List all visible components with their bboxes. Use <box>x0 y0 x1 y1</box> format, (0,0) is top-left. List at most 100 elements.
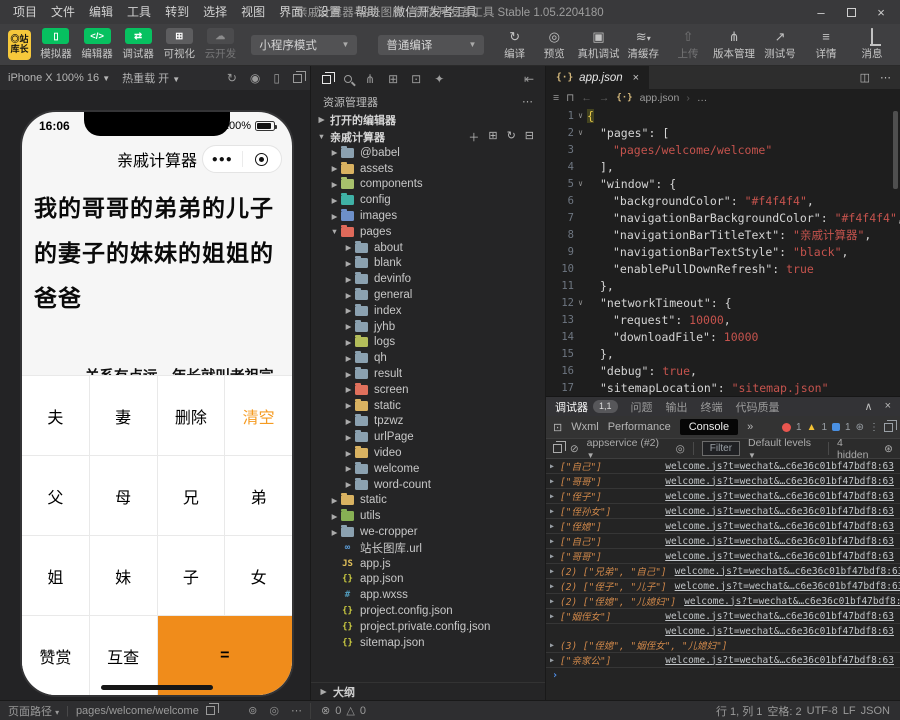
console-sidebar-icon[interactable] <box>553 444 562 453</box>
search-icon[interactable] <box>344 75 352 83</box>
outline-section[interactable]: ▶ 大纲 <box>311 682 545 700</box>
tree-item[interactable]: ▶utils <box>311 508 545 524</box>
tab-problems[interactable]: 问题 <box>631 399 653 415</box>
key-子[interactable]: 子 <box>158 536 225 615</box>
tree-item[interactable]: ∞站长图库.url <box>311 540 545 556</box>
key-兄[interactable]: 兄 <box>158 456 225 535</box>
fold-icon[interactable]: ∨ <box>574 298 587 307</box>
key-母[interactable]: 母 <box>90 456 157 535</box>
source-link[interactable]: welcome.js?t=wechat&…c6e36c01bf47bdf8:63 <box>667 581 900 592</box>
test-account-button[interactable]: ↗ 测试号 <box>760 29 800 61</box>
compile-mode-dropdown[interactable]: 普通编译 ▼ <box>378 35 484 55</box>
code-line[interactable]: 7"navigationBarBackgroundColor": "#f4f4f… <box>546 209 900 226</box>
encoding-setting[interactable]: UTF-8 <box>807 705 838 717</box>
tab-debugger[interactable]: 调试器 <box>555 399 588 415</box>
code-line[interactable]: 11}, <box>546 277 900 294</box>
undock-icon[interactable] <box>884 423 893 432</box>
compile-button[interactable]: ↻ 编译 <box>499 29 530 61</box>
console-log-row[interactable]: ▶["自己"]welcome.js?t=wechat&…c6e36c01bf47… <box>546 459 900 474</box>
remote-debug-button[interactable]: ▣ 真机调试 <box>579 29 619 61</box>
console-log-row[interactable]: ▶["哥哥"]welcome.js?t=wechat&…c6e36c01bf47… <box>546 549 900 564</box>
key-赞赏[interactable]: 赞赏 <box>22 616 89 695</box>
menu-item[interactable]: 视图 <box>234 0 272 24</box>
devtools-tab-performance[interactable]: Performance <box>608 421 671 433</box>
key-弟[interactable]: 弟 <box>225 456 292 535</box>
rotate-device-icon[interactable]: ▯ <box>273 71 280 85</box>
new-folder-icon[interactable]: ⊞ <box>488 129 497 145</box>
code-line[interactable]: 8"navigationBarTitleText": "亲戚计算器", <box>546 226 900 243</box>
expand-arrow-icon[interactable]: ▶ <box>550 612 560 620</box>
console-log-row[interactable]: welcome.js?t=wechat&…c6e36c01bf47bdf8:63… <box>546 624 900 653</box>
project-root-section[interactable]: ▼ 亲戚计算器 ＋ ⊞ ↻ ⊟ <box>311 128 545 145</box>
expand-arrow-icon[interactable]: ▶ <box>550 641 560 649</box>
expand-arrow-icon[interactable]: ▶ <box>550 567 560 575</box>
more-dots-icon[interactable]: ●●● <box>203 154 242 165</box>
version-control-button[interactable]: ⋔ 版本管理 <box>714 29 754 61</box>
bookmark-icon[interactable]: ⊓ <box>566 92 574 104</box>
more-tabs-icon[interactable]: » <box>747 421 753 433</box>
key-女[interactable]: 女 <box>225 536 292 615</box>
source-link[interactable]: welcome.js?t=wechat&…c6e36c01bf47bdf8:63 <box>657 521 894 532</box>
refresh-explorer-icon[interactable]: ↻ <box>507 129 516 145</box>
zztuku-logo[interactable]: ◎站 库长 <box>8 30 31 60</box>
expand-arrow-icon[interactable]: ▶ <box>550 522 560 530</box>
tree-item[interactable]: ▶assets <box>311 161 545 177</box>
code-line[interactable]: 10"enablePullDownRefresh": true <box>546 260 900 277</box>
more-actions-icon[interactable]: ⋯ <box>522 95 533 108</box>
tree-item[interactable]: ▶blank <box>311 256 545 272</box>
tab-output[interactable]: 输出 <box>666 399 688 415</box>
new-file-icon[interactable]: ＋ <box>468 129 479 145</box>
mode-dropdown[interactable]: 小程序模式 ▼ <box>251 35 357 55</box>
exit-circle-icon[interactable] <box>243 153 282 166</box>
source-control-icon[interactable]: ⋔ <box>365 72 375 86</box>
fold-icon[interactable]: ∨ <box>574 111 587 120</box>
devtools-menu-icon[interactable]: ⋮ <box>869 422 879 433</box>
preview-button[interactable]: ◎ 预览 <box>539 29 570 61</box>
visualization-button[interactable]: ⊞ 可视化 <box>163 28 195 61</box>
key-父[interactable]: 父 <box>22 456 89 535</box>
expand-arrow-icon[interactable]: ▶ <box>550 477 560 485</box>
tree-item[interactable]: ▶logs <box>311 335 545 351</box>
tree-item[interactable]: ▶qh <box>311 350 545 366</box>
source-link[interactable]: welcome.js?t=wechat&…c6e36c01bf47bdf8:63 <box>657 506 894 517</box>
console-settings-icon[interactable]: ⊛ <box>884 443 893 455</box>
tree-item[interactable]: ▶@babel <box>311 145 545 161</box>
tree-item[interactable]: ▶screen <box>311 382 545 398</box>
close-panel-icon[interactable]: × <box>885 400 891 413</box>
current-page-path[interactable]: pages/welcome/welcome <box>76 705 199 717</box>
code-line[interactable]: 16"debug": true, <box>546 362 900 379</box>
tree-item[interactable]: {}project.private.config.json <box>311 619 545 635</box>
hot-reload-toggle[interactable]: 热重载 开 ▼ <box>122 70 180 86</box>
key-清空[interactable]: 清空 <box>225 376 292 455</box>
warnings-icon[interactable]: △ <box>346 704 354 717</box>
simulator-toggle-button[interactable]: ▯ 模拟器 <box>40 28 72 61</box>
console-log-row[interactable]: ▶["哥哥"]welcome.js?t=wechat&…c6e36c01bf47… <box>546 474 900 489</box>
console-prompt[interactable]: › <box>546 668 900 683</box>
key-删除[interactable]: 删除 <box>158 376 225 455</box>
devtools-tab-wxml[interactable]: Wxml <box>571 421 599 433</box>
source-link[interactable]: welcome.js?t=wechat&…c6e36c01bf47bdf8:63 <box>676 596 900 607</box>
eye-icon[interactable]: ◎ <box>269 704 279 717</box>
info-icon[interactable] <box>832 423 840 431</box>
tree-item[interactable]: ▶tpzwz <box>311 414 545 430</box>
close-button[interactable]: × <box>868 2 894 22</box>
breadcrumb[interactable]: app.json <box>640 92 680 104</box>
code-line[interactable]: 13"request": 10000, <box>546 311 900 328</box>
editor-layout-icon[interactable]: ⊡ <box>411 72 421 86</box>
source-link[interactable]: welcome.js?t=wechat&…c6e36c01bf47bdf8:63 <box>657 536 894 547</box>
code-line[interactable]: 15}, <box>546 345 900 362</box>
source-link[interactable]: welcome.js?t=wechat&…c6e36c01bf47bdf8:63 <box>667 566 900 577</box>
clear-cache-button[interactable]: ≋▾ 清缓存 <box>628 29 660 61</box>
console-log-row[interactable]: ▶["侄孙女"]welcome.js?t=wechat&…c6e36c01bf4… <box>546 504 900 519</box>
tree-item[interactable]: ▶we-cropper <box>311 524 545 540</box>
collapse-all-icon[interactable]: ⊟ <box>525 129 534 145</box>
fold-icon[interactable]: ∨ <box>574 179 587 188</box>
capsule-menu[interactable]: ●●● <box>202 145 282 173</box>
clear-console-icon[interactable]: ⊘ <box>570 443 579 455</box>
errors-icon[interactable]: ⊗ <box>321 704 330 717</box>
tree-item[interactable]: ▶urlPage <box>311 429 545 445</box>
source-link[interactable]: welcome.js?t=wechat&…c6e36c01bf47bdf8:63 <box>657 626 894 637</box>
expand-arrow-icon[interactable]: ▶ <box>550 462 560 470</box>
tree-item[interactable]: {}sitemap.json <box>311 635 545 651</box>
code-line[interactable]: 17"sitemapLocation": "sitemap.json" <box>546 379 900 396</box>
